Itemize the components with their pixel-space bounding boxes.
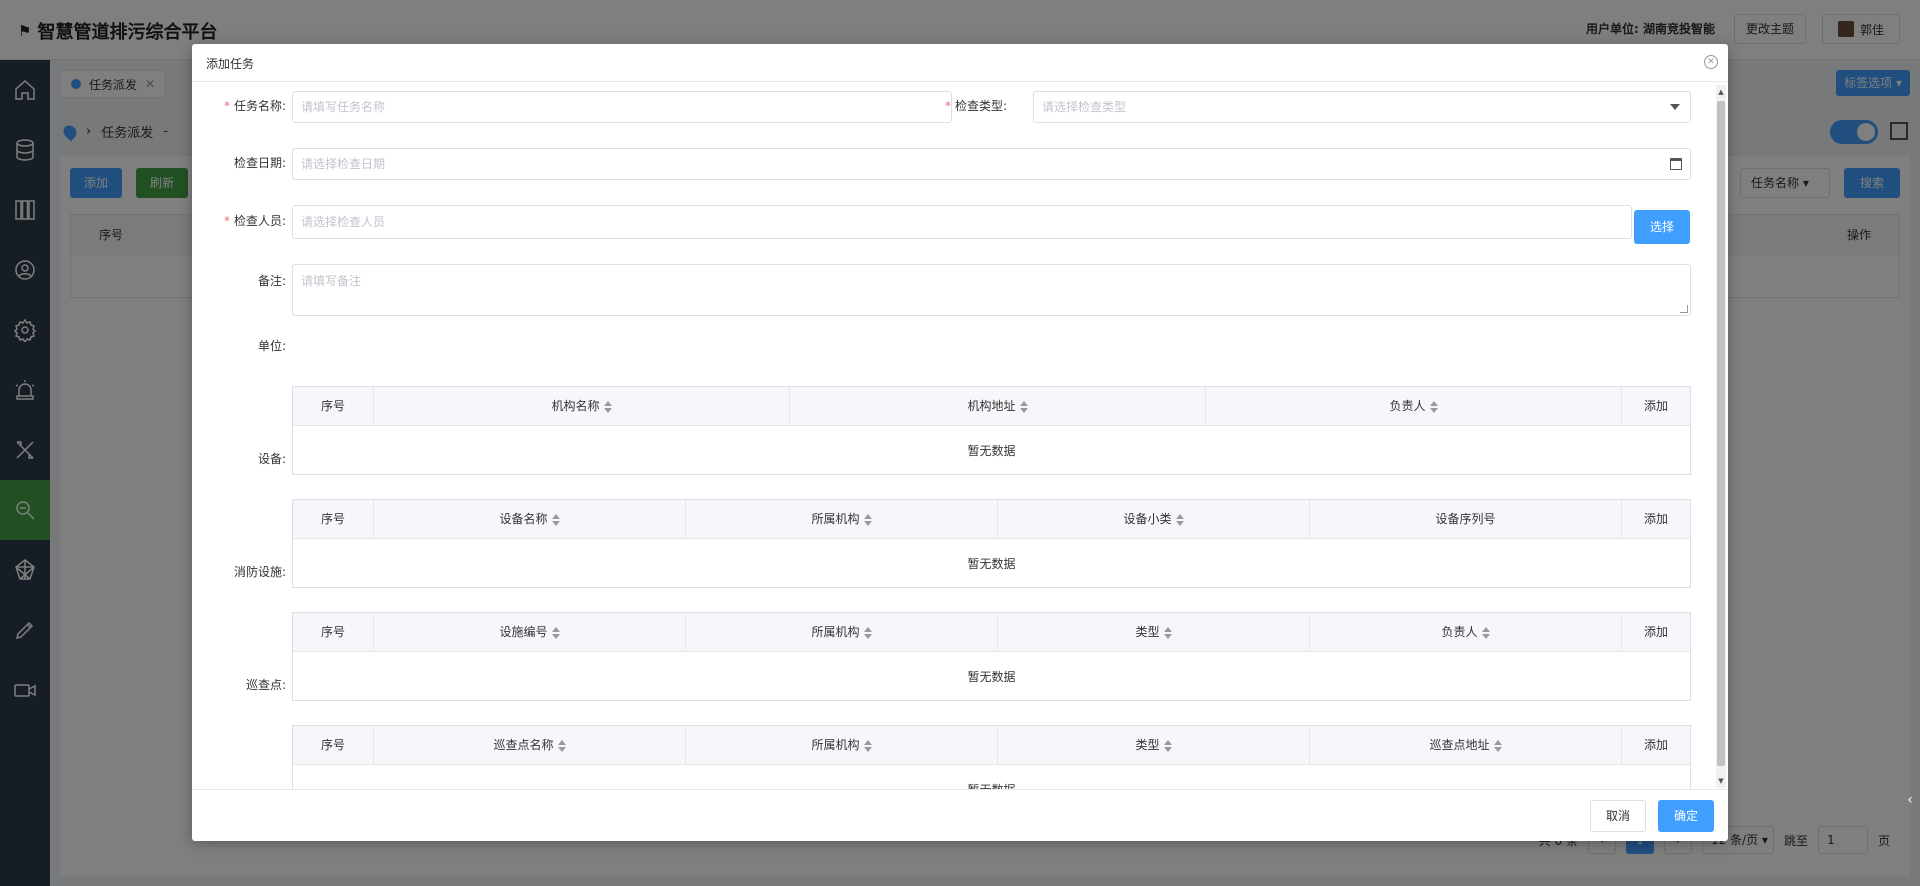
sort-icon[interactable] xyxy=(557,739,566,752)
sort-icon[interactable] xyxy=(863,626,872,639)
column-header[interactable]: 设施编号 xyxy=(374,613,686,652)
units-label: 单位: xyxy=(257,339,286,353)
column-header: 序号 xyxy=(293,500,374,539)
column-header[interactable]: 机构地址 xyxy=(790,387,1206,426)
sort-icon[interactable] xyxy=(551,513,560,526)
check-date-input[interactable]: 请选择检查日期 xyxy=(292,148,1691,180)
sort-icon[interactable] xyxy=(863,513,872,526)
sort-icon[interactable] xyxy=(1429,400,1438,413)
devices-label: 设备: xyxy=(257,452,286,466)
column-header[interactable]: 设备小类 xyxy=(998,500,1310,539)
column-header: 设备序列号 xyxy=(1310,500,1622,539)
sort-icon[interactable] xyxy=(863,739,872,752)
choose-inspector-button[interactable]: 选择 xyxy=(1634,210,1690,244)
check-date-label: 检查日期: xyxy=(233,156,286,170)
check-type-label: * 检查类型: xyxy=(944,99,1007,113)
check-type-placeholder: 请选择检查类型 xyxy=(1042,100,1127,114)
empty-text: 暂无数据 xyxy=(967,670,1016,684)
column-header[interactable]: 巡查点地址 xyxy=(1310,726,1622,765)
column-header[interactable]: 类型 xyxy=(998,613,1310,652)
patrol-points-label: 巡查点: xyxy=(245,678,286,692)
dialog-title: 添加任务 xyxy=(206,57,255,71)
empty-text: 暂无数据 xyxy=(967,557,1016,571)
sort-icon[interactable] xyxy=(1175,513,1184,526)
column-header[interactable]: 类型 xyxy=(998,726,1310,765)
task-name-label: * 任务名称: xyxy=(223,99,286,113)
inspector-label: * 检查人员: xyxy=(223,214,286,228)
column-header[interactable]: 所属机构 xyxy=(686,500,998,539)
calendar-icon xyxy=(1670,158,1682,170)
sort-icon[interactable] xyxy=(1481,626,1490,639)
close-icon[interactable]: ✕ xyxy=(1704,55,1718,69)
scroll-thumb[interactable] xyxy=(1717,101,1725,766)
confirm-button[interactable]: 确定 xyxy=(1658,800,1714,832)
units-table: 序号 机构名称 机构地址 负责人 添加 暂无数据 xyxy=(292,386,1691,475)
resize-handle-icon[interactable] xyxy=(1680,305,1688,313)
scroll-down-icon[interactable]: ▼ xyxy=(1717,776,1725,786)
column-header[interactable]: 设备名称 xyxy=(374,500,686,539)
dropdown-caret-icon xyxy=(1670,104,1680,110)
column-header[interactable]: 巡查点名称 xyxy=(374,726,686,765)
remark-textarea[interactable]: 请填写备注 xyxy=(292,264,1691,316)
add-row-button[interactable]: 添加 xyxy=(1622,726,1690,765)
column-header: 序号 xyxy=(293,387,374,426)
sort-icon[interactable] xyxy=(551,626,560,639)
scroll-up-icon[interactable]: ▲ xyxy=(1717,87,1725,97)
check-type-select[interactable]: 请选择检查类型 xyxy=(1033,91,1691,123)
remark-label: 备注: xyxy=(257,274,286,288)
empty-text: 暂无数据 xyxy=(293,766,1690,789)
fire-facilities-table: 序号 设施编号 所属机构 类型 负责人 添加 暂无数据 xyxy=(292,612,1691,701)
devices-table: 序号 设备名称 所属机构 设备小类 设备序列号 添加 暂无数据 xyxy=(292,499,1691,588)
column-header[interactable]: 负责人 xyxy=(1310,613,1622,652)
add-task-dialog: 添加任务 ✕ * 任务名称: 请填写任务名称 * 检查类型: 请选择检查类型 检查日… xyxy=(192,44,1728,841)
dialog-footer: 取消 确定 xyxy=(192,789,1728,841)
dialog-body: * 任务名称: 请填写任务名称 * 检查类型: 请选择检查类型 检查日期: 请选择检… xyxy=(192,83,1728,789)
column-header[interactable]: 负责人 xyxy=(1206,387,1622,426)
column-header: 序号 xyxy=(293,726,374,765)
fire-facilities-label: 消防设施: xyxy=(233,565,286,579)
remark-placeholder: 请填写备注 xyxy=(301,274,362,288)
column-header: 序号 xyxy=(293,613,374,652)
inspector-input[interactable]: 请选择检查人员 xyxy=(292,205,1632,239)
sort-icon[interactable] xyxy=(603,400,612,413)
add-row-button[interactable]: 添加 xyxy=(1622,613,1690,652)
task-name-input[interactable]: 请填写任务名称 xyxy=(292,91,952,123)
sort-icon[interactable] xyxy=(1493,739,1502,752)
check-date-placeholder: 请选择检查日期 xyxy=(301,157,386,171)
dialog-scrollbar[interactable]: ▲ ▼ xyxy=(1716,85,1726,788)
patrol-points-table: 序号 巡查点名称 所属机构 类型 巡查点地址 添加 暂无数据 xyxy=(292,725,1691,789)
add-row-button[interactable]: 添加 xyxy=(1622,500,1690,539)
sort-icon[interactable] xyxy=(1163,626,1172,639)
cancel-button[interactable]: 取消 xyxy=(1590,800,1646,832)
side-collapse-icon[interactable]: ‹ xyxy=(1900,780,1920,820)
sort-icon[interactable] xyxy=(1019,400,1028,413)
column-header[interactable]: 所属机构 xyxy=(686,613,998,652)
column-header[interactable]: 所属机构 xyxy=(686,726,998,765)
dialog-header: 添加任务 ✕ xyxy=(192,44,1728,82)
add-row-button[interactable]: 添加 xyxy=(1622,387,1690,426)
column-header[interactable]: 机构名称 xyxy=(374,387,790,426)
empty-text: 暂无数据 xyxy=(967,444,1016,458)
sort-icon[interactable] xyxy=(1163,739,1172,752)
